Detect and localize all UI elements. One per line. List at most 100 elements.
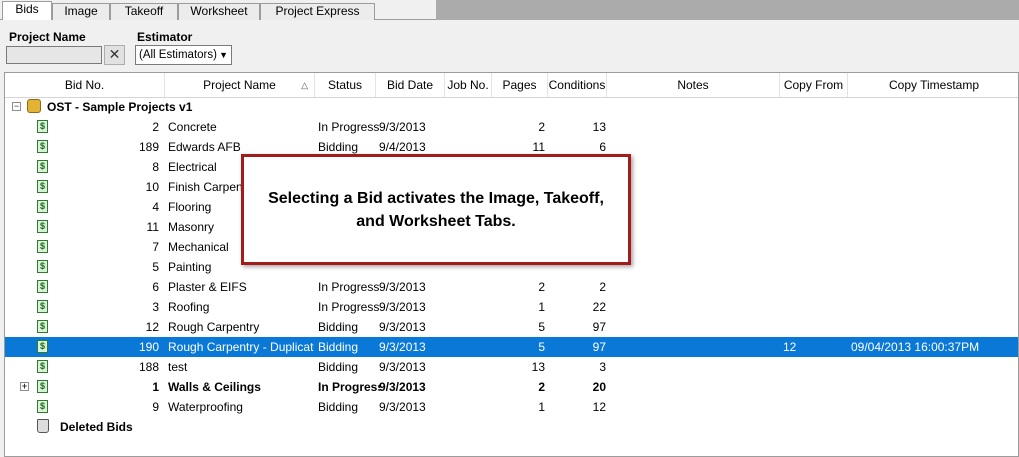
project-name-input[interactable] (6, 46, 102, 64)
cell-copy-timestamp (851, 297, 1018, 317)
cell-copy-from (783, 397, 845, 417)
bid-document-icon: $ (37, 220, 48, 233)
cell-conditions: 12 (592, 400, 606, 414)
cell-bid-no: 10 (145, 180, 159, 194)
cell-conditions: 3 (599, 360, 606, 374)
table-row[interactable]: $188 test Bidding 9/3/2013 13 3 (5, 357, 1018, 377)
cell-status: In Progress (318, 120, 380, 134)
col-job-no[interactable]: Job No. (445, 73, 492, 97)
cell-copy-from (783, 137, 845, 157)
cell-conditions: 22 (592, 300, 606, 314)
col-bid-no[interactable]: Bid No. (5, 73, 165, 97)
deleted-bids-row[interactable]: Deleted Bids (5, 417, 1018, 437)
cell-job-no (446, 277, 490, 297)
table-row[interactable]: $9 Waterproofing Bidding 9/3/2013 1 12 (5, 397, 1018, 417)
cell-copy-timestamp (851, 377, 1018, 397)
expand-toggle-icon[interactable]: + (20, 382, 29, 391)
cell-notes (609, 377, 777, 397)
cell-status: In Progress (318, 280, 380, 294)
cell-job-no (446, 297, 490, 317)
col-pages[interactable]: Pages (492, 73, 548, 97)
cell-project-name: Rough Carpentry (168, 320, 260, 334)
cell-job-no (446, 357, 490, 377)
cell-notes (609, 357, 777, 377)
cell-project-name: Rough Carpentry - Duplicate (168, 340, 314, 354)
col-conditions[interactable]: Conditions (548, 73, 607, 97)
cell-bid-date: 9/3/2013 (379, 280, 426, 294)
group-row[interactable]: − OST - Sample Projects v1 (5, 97, 1018, 117)
table-row[interactable]: $2 Concrete In Progress 9/3/2013 2 13 (5, 117, 1018, 137)
cell-bid-date: 9/3/2013 (379, 380, 426, 394)
table-row[interactable]: $6 Plaster & EIFS In Progress 9/3/2013 2 2 (5, 277, 1018, 297)
tab-project-express[interactable]: Project Express (260, 3, 375, 20)
cell-copy-timestamp (851, 177, 1018, 197)
cell-bid-date: 9/3/2013 (379, 360, 426, 374)
cell-conditions: 97 (592, 340, 606, 354)
cell-project-name: Waterproofing (168, 400, 243, 414)
cell-copy-timestamp (851, 137, 1018, 157)
bid-document-icon: $ (37, 160, 48, 173)
cell-notes (609, 297, 777, 317)
tab-image[interactable]: Image (52, 3, 110, 20)
cell-bid-no: 2 (152, 120, 159, 134)
table-row[interactable]: $190 Rough Carpentry - Duplicate Bidding 9/… (5, 337, 1018, 357)
cell-bid-no: 4 (152, 200, 159, 214)
cell-copy-from (783, 257, 845, 277)
cell-copy-from (783, 357, 845, 377)
estimator-select[interactable]: (All Estimators) ▼ (135, 45, 232, 65)
tab-bids[interactable]: Bids (2, 1, 52, 21)
clear-filter-button[interactable]: ✕ (104, 45, 125, 65)
sort-ascending-icon: △ (301, 80, 308, 90)
cell-copy-timestamp (851, 237, 1018, 257)
group-label: OST - Sample Projects v1 (47, 100, 193, 114)
tutorial-callout: Selecting a Bid activates the Image, Tak… (241, 154, 631, 265)
cell-copy-from (783, 277, 845, 297)
cell-copy-from (783, 297, 845, 317)
cell-copy-timestamp (851, 117, 1018, 137)
cell-conditions: 2 (599, 280, 606, 294)
cell-status: Bidding (318, 360, 359, 374)
cell-bid-no: 6 (152, 280, 159, 294)
cell-project-name: Concrete (168, 120, 217, 134)
tab-worksheet[interactable]: Worksheet (178, 3, 260, 20)
bid-document-icon: $ (37, 140, 48, 153)
cell-project-name: test (168, 360, 188, 374)
cell-pages: 13 (531, 360, 545, 374)
collapse-toggle-icon[interactable]: − (12, 102, 21, 111)
col-notes[interactable]: Notes (607, 73, 780, 97)
cell-notes (609, 397, 777, 417)
bid-document-icon: $ (37, 400, 48, 413)
cell-notes (609, 237, 777, 257)
cell-status: Bidding (318, 340, 359, 354)
estimator-selected-value: (All Estimators) (139, 49, 217, 61)
grid-header: Bid No. Project Name △ Status Bid Date J… (5, 73, 1018, 98)
cell-job-no (446, 317, 490, 337)
col-copy-from[interactable]: Copy From (780, 73, 848, 97)
cell-copy-timestamp (851, 257, 1018, 277)
cell-notes (609, 177, 777, 197)
cell-bid-no: 8 (152, 160, 159, 174)
col-status[interactable]: Status (315, 73, 376, 97)
table-row[interactable]: + $1 Walls & Ceilings In Progress 9/3/2013 2 2… (5, 377, 1018, 397)
cell-copy-timestamp (851, 157, 1018, 177)
bid-document-icon: $ (37, 240, 48, 253)
cell-copy-timestamp (851, 397, 1018, 417)
table-row[interactable]: $3 Roofing In Progress 9/3/2013 1 22 (5, 297, 1018, 317)
cell-copy-from (783, 377, 845, 397)
project-name-label: Project Name (9, 30, 86, 44)
cell-bid-no: 188 (138, 360, 159, 374)
bid-document-icon: $ (37, 260, 48, 273)
table-row[interactable]: $12 Rough Carpentry Bidding 9/3/2013 5 97 (5, 317, 1018, 337)
estimator-label: Estimator (137, 30, 193, 44)
col-bid-date[interactable]: Bid Date (376, 73, 445, 97)
cell-notes (609, 277, 777, 297)
bid-document-icon: $ (37, 320, 48, 333)
col-copy-timestamp[interactable]: Copy Timestamp (848, 73, 1018, 97)
chevron-down-icon: ▼ (219, 50, 228, 60)
bid-document-icon: $ (37, 120, 48, 133)
cell-bid-date: 9/3/2013 (379, 120, 426, 134)
col-project-name[interactable]: Project Name △ (165, 73, 315, 97)
tab-takeoff[interactable]: Takeoff (110, 3, 178, 20)
cell-pages: 5 (538, 320, 545, 334)
cell-status: In Progress (318, 380, 380, 394)
